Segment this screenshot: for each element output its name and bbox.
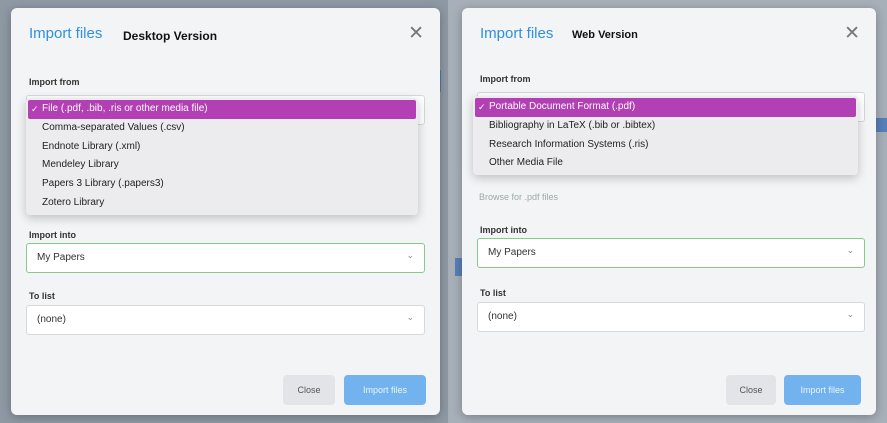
- chevron-down-icon: ⌄: [846, 309, 854, 319]
- checkmark-icon: ✓: [478, 102, 486, 112]
- import-into-label: Import into: [480, 225, 527, 235]
- chevron-down-icon: ⌄: [406, 250, 414, 260]
- dropdown-option-label: Endnote Library (.xml): [42, 140, 141, 152]
- dropdown-option[interactable]: Bibliography in LaTeX (.bib or .bibtex): [473, 117, 858, 136]
- dropdown-option-label: Zotero Library: [42, 196, 105, 208]
- dropdown-option-label: Mendeley Library: [42, 159, 119, 171]
- checkmark-icon: ✓: [31, 104, 39, 114]
- chevron-down-icon: ⌄: [846, 245, 854, 255]
- dialog-title: Import files: [29, 25, 103, 42]
- import-into-select[interactable]: My Papers ⌄: [477, 238, 865, 268]
- dropdown-option[interactable]: Other Media File: [473, 154, 858, 173]
- dropdown-option-label: Papers 3 Library (.papers3): [42, 178, 164, 190]
- import-files-button[interactable]: Import files: [784, 375, 861, 405]
- dropdown-option[interactable]: Endnote Library (.xml): [26, 138, 418, 157]
- close-button[interactable]: Close: [726, 375, 776, 405]
- import-from-dropdown: ✓ File (.pdf, .bib, .ris or other media f…: [26, 98, 418, 215]
- import-from-dropdown: ✓ Portable Document Format (.pdf) Bibliogr…: [473, 96, 858, 176]
- close-button[interactable]: Close: [283, 375, 335, 405]
- dialog-title: Import files: [480, 25, 554, 42]
- to-list-select[interactable]: (none) ⌄: [477, 302, 865, 332]
- dropdown-option[interactable]: ✓ Portable Document Format (.pdf): [475, 98, 856, 117]
- import-files-button[interactable]: Import files: [344, 375, 426, 405]
- dropdown-option[interactable]: Research Information Systems (.ris): [473, 136, 858, 155]
- close-icon[interactable]: ✕: [844, 24, 860, 43]
- import-into-value: My Papers: [488, 247, 536, 258]
- to-list-label: To list: [29, 291, 55, 301]
- import-dialog-desktop: Import files Desktop Version ✕ Import fr…: [11, 8, 440, 415]
- dropdown-option[interactable]: Mendeley Library: [26, 156, 418, 175]
- dropdown-option[interactable]: Comma-separated Values (.csv): [26, 119, 418, 138]
- dropdown-option-label: Research Information Systems (.ris): [489, 138, 649, 150]
- dropdown-option[interactable]: ✓ File (.pdf, .bib, .ris or other media f…: [28, 100, 416, 119]
- dropdown-option-label: Bibliography in LaTeX (.bib or .bibtex): [489, 119, 656, 131]
- dropdown-option-label: File (.pdf, .bib, .ris or other media fi…: [42, 103, 208, 114]
- to-list-value: (none): [488, 311, 517, 322]
- import-from-label: Import from: [29, 77, 80, 87]
- dropdown-option[interactable]: Zotero Library: [26, 194, 418, 213]
- dropdown-option-label: Other Media File: [489, 157, 563, 169]
- chevron-down-icon: ⌄: [406, 312, 414, 322]
- import-into-value: My Papers: [37, 252, 85, 263]
- background-strip: [876, 118, 887, 132]
- dropdown-option-label: Comma-separated Values (.csv): [42, 121, 185, 133]
- dialog-subtitle: Desktop Version: [123, 29, 218, 43]
- dialog-subtitle: Web Version: [572, 29, 638, 41]
- to-list-label: To list: [480, 288, 506, 298]
- import-from-label: Import from: [480, 74, 531, 84]
- import-dialog-web: Import files Web Version ✕ Import from B…: [462, 8, 876, 415]
- dropdown-option[interactable]: Papers 3 Library (.papers3): [26, 175, 418, 194]
- to-list-select[interactable]: (none) ⌄: [26, 305, 425, 335]
- dropdown-option-label: Portable Document Format (.pdf): [489, 101, 636, 112]
- import-into-select[interactable]: My Papers ⌄: [26, 243, 425, 273]
- browse-hint[interactable]: Browse for .pdf files: [479, 192, 558, 202]
- import-into-label: Import into: [29, 230, 76, 240]
- to-list-value: (none): [37, 314, 66, 325]
- close-icon[interactable]: ✕: [408, 24, 424, 43]
